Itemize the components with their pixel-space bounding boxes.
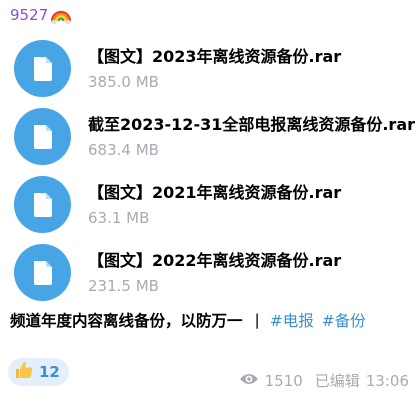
hashtag-link[interactable]: #电报 (270, 309, 314, 331)
rainbow-icon (50, 4, 72, 26)
view-count: 1510 (264, 371, 303, 390)
file-attachment[interactable]: 截至2023-12-31全部电报离线资源备份.rar 683.4 MB (14, 108, 415, 166)
message-meta: 1510 已编辑 13:06 (239, 370, 409, 391)
thumbs-up-icon (14, 360, 34, 384)
file-name[interactable]: 【图文】2021年离线资源备份.rar (88, 179, 341, 203)
file-name[interactable]: 【图文】2022年离线资源备份.rar (88, 247, 341, 271)
document-icon[interactable] (14, 244, 71, 301)
sender-name[interactable]: 9527 (10, 6, 48, 24)
file-size: 683.4 MB (88, 141, 159, 159)
reaction-count: 12 (39, 363, 60, 381)
file-attachment[interactable]: 【图文】2022年离线资源备份.rar 231.5 MB (14, 244, 414, 302)
file-size: 385.0 MB (88, 73, 159, 91)
message-caption: 频道年度内容离线备份，以防万一 | #电报 #备份 (10, 309, 374, 331)
edited-label: 已编辑 (314, 372, 360, 390)
hashtag-link[interactable]: #备份 (322, 309, 366, 331)
document-icon[interactable] (14, 108, 71, 165)
message-sender[interactable]: 9527 (10, 3, 72, 27)
document-icon[interactable] (14, 40, 71, 97)
caption-separator: | (254, 311, 260, 329)
eye-icon (239, 372, 259, 390)
file-name[interactable]: 【图文】2023年离线资源备份.rar (88, 43, 341, 67)
file-name[interactable]: 截至2023-12-31全部电报离线资源备份.rar (88, 111, 415, 135)
file-size: 231.5 MB (88, 277, 159, 295)
caption-text: 频道年度内容离线备份，以防万一 (10, 312, 243, 330)
reaction-button[interactable]: 12 (8, 358, 69, 386)
file-attachment[interactable]: 【图文】2021年离线资源备份.rar 63.1 MB (14, 176, 414, 234)
document-icon[interactable] (14, 176, 71, 233)
message-time: 13:06 (365, 371, 409, 390)
file-size: 63.1 MB (88, 209, 150, 227)
file-attachment[interactable]: 【图文】2023年离线资源备份.rar 385.0 MB (14, 40, 414, 98)
